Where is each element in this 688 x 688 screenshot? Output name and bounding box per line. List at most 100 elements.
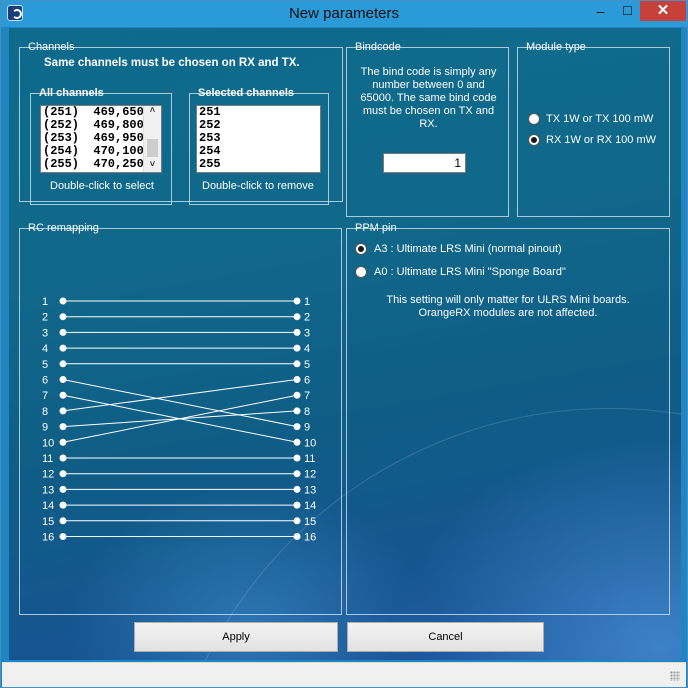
input-channel-handle[interactable] <box>59 438 67 446</box>
input-channel-handle[interactable] <box>59 407 67 415</box>
input-channel-handle[interactable] <box>59 501 67 509</box>
output-channel-handle[interactable] <box>293 485 301 493</box>
remap-line <box>62 379 298 428</box>
maximize-button[interactable]: ☐ <box>614 1 641 21</box>
apply-button[interactable]: Apply <box>134 622 338 652</box>
module-tx-radio[interactable] <box>528 113 540 125</box>
input-channel-handle[interactable] <box>59 470 67 478</box>
output-channel-label: 8 <box>304 406 310 418</box>
input-channel-label: 8 <box>42 406 48 418</box>
input-channel-label: 13 <box>42 484 54 496</box>
all-channels-hint: Double-click to select <box>50 180 154 192</box>
input-channel-handle[interactable] <box>59 297 67 305</box>
module-tx-label[interactable]: TX 1W or TX 100 mW <box>546 113 653 125</box>
output-channel-handle[interactable] <box>293 470 301 478</box>
ppm-a0-label[interactable]: A0 : Ultimate LRS Mini "Sponge Board" <box>374 266 566 278</box>
output-channel-label: 11 <box>304 453 315 465</box>
output-channel-label: 14 <box>304 500 316 512</box>
output-channel-label: 3 <box>304 327 310 339</box>
output-channel-handle[interactable] <box>293 517 301 525</box>
bindcode-legend: Bindcode <box>355 41 401 53</box>
input-channel-label: 2 <box>42 312 48 324</box>
all-channels-scrollbar[interactable]: ˄ ˅ <box>143 106 161 172</box>
input-channel-handle[interactable] <box>59 328 67 336</box>
bindcode-group: Bindcode The bind code is simply any num… <box>346 41 509 217</box>
output-channel-handle[interactable] <box>293 297 301 305</box>
list-item[interactable]: 255 <box>197 158 320 171</box>
output-channel-label: 15 <box>304 516 316 528</box>
input-channel-label: 3 <box>42 327 48 339</box>
output-channel-handle[interactable] <box>293 454 301 462</box>
input-channel-handle[interactable] <box>59 485 67 493</box>
dialog-window: New parameters – ☐ ✕ Channels Same chann… <box>0 0 688 688</box>
remap-line <box>62 379 298 412</box>
output-channel-handle[interactable] <box>293 391 301 399</box>
channels-legend: Channels <box>28 41 75 53</box>
input-channel-handle[interactable] <box>59 533 67 540</box>
selected-channels-group: Selected channels 251 252 253 254 255 Double… <box>189 87 329 205</box>
module-type-group: Module type TX 1W or TX 100 mW RX 1W or … <box>517 41 670 217</box>
module-rx-label[interactable]: RX 1W or RX 100 mW <box>546 134 656 146</box>
ppm-a0-radio[interactable] <box>355 266 367 278</box>
scroll-down-icon[interactable]: ˅ <box>144 160 161 172</box>
output-channel-handle[interactable] <box>293 376 301 383</box>
output-channel-handle[interactable] <box>293 533 301 540</box>
all-channels-group: All channels (251) 469,650 MH (252) 469,8… <box>30 87 172 205</box>
ppm-a3-label[interactable]: A3 : Ultimate LRS Mini (normal pinout) <box>374 243 562 255</box>
output-channel-handle[interactable] <box>293 423 301 431</box>
rc-remapping-diagram[interactable]: 1234567891011121314151612345678910111213… <box>20 229 341 614</box>
output-channel-label: 9 <box>304 422 310 434</box>
minimize-button[interactable]: – <box>587 1 614 21</box>
module-rx-radio[interactable] <box>528 134 540 146</box>
output-channel-handle[interactable] <box>293 313 301 321</box>
bindcode-input[interactable]: 1 <box>383 153 466 173</box>
input-channel-handle[interactable] <box>59 344 67 352</box>
output-channel-label: 16 <box>304 532 316 544</box>
selected-channels-listbox[interactable]: 251 252 253 254 255 <box>196 105 321 173</box>
input-channel-handle[interactable] <box>59 454 67 462</box>
output-channel-handle[interactable] <box>293 501 301 509</box>
input-channel-handle[interactable] <box>59 313 67 321</box>
input-channel-label: 12 <box>42 469 54 481</box>
ppm-pin-group: PPM pin A3 : Ultimate LRS Mini (normal p… <box>346 222 670 615</box>
ppm-note-line1: This setting will only matter for ULRS M… <box>386 294 630 306</box>
ppm-a3-radio[interactable] <box>355 243 367 255</box>
input-channel-label: 16 <box>42 532 54 544</box>
title-bar: New parameters – ☐ ✕ <box>1 1 687 27</box>
output-channel-label: 12 <box>304 469 316 481</box>
output-channel-handle[interactable] <box>293 344 301 352</box>
output-channel-handle[interactable] <box>293 407 301 415</box>
output-channel-label: 5 <box>304 359 310 371</box>
input-channel-handle[interactable] <box>59 517 67 525</box>
cancel-button[interactable]: Cancel <box>347 622 544 652</box>
status-bar <box>2 662 686 687</box>
output-channel-handle[interactable] <box>293 438 301 446</box>
input-channel-handle[interactable] <box>59 376 67 383</box>
channels-warning: Same channels must be chosen on RX and T… <box>44 57 300 69</box>
output-channel-label: 4 <box>304 343 310 355</box>
output-channel-label: 7 <box>304 390 310 402</box>
output-channel-handle[interactable] <box>293 360 301 368</box>
scroll-up-icon[interactable]: ˄ <box>144 106 161 118</box>
ppm-pin-legend: PPM pin <box>355 222 397 234</box>
input-channel-handle[interactable] <box>59 360 67 368</box>
scroll-thumb[interactable] <box>147 139 158 157</box>
output-channel-label: 2 <box>304 312 310 324</box>
close-button[interactable]: ✕ <box>640 1 686 21</box>
all-channels-legend: All channels <box>39 87 104 99</box>
input-channel-label: 11 <box>42 453 53 465</box>
output-channel-label: 1 <box>304 296 310 308</box>
output-channel-handle[interactable] <box>293 328 301 336</box>
output-channel-label: 13 <box>304 484 316 496</box>
input-channel-label: 10 <box>42 437 54 449</box>
dialog-client-area: Channels Same channels must be chosen on… <box>9 28 681 660</box>
output-channel-label: 10 <box>304 437 316 449</box>
resize-grip-icon[interactable] <box>670 671 680 681</box>
input-channel-label: 7 <box>42 390 48 402</box>
all-channels-listbox[interactable]: (251) 469,650 MH (252) 469,800 MH (253) 46… <box>40 105 162 173</box>
selected-channels-legend: Selected channels <box>198 87 294 99</box>
input-channel-label: 9 <box>42 422 48 434</box>
input-channel-label: 5 <box>42 359 48 371</box>
input-channel-handle[interactable] <box>59 423 67 431</box>
input-channel-handle[interactable] <box>59 391 67 399</box>
